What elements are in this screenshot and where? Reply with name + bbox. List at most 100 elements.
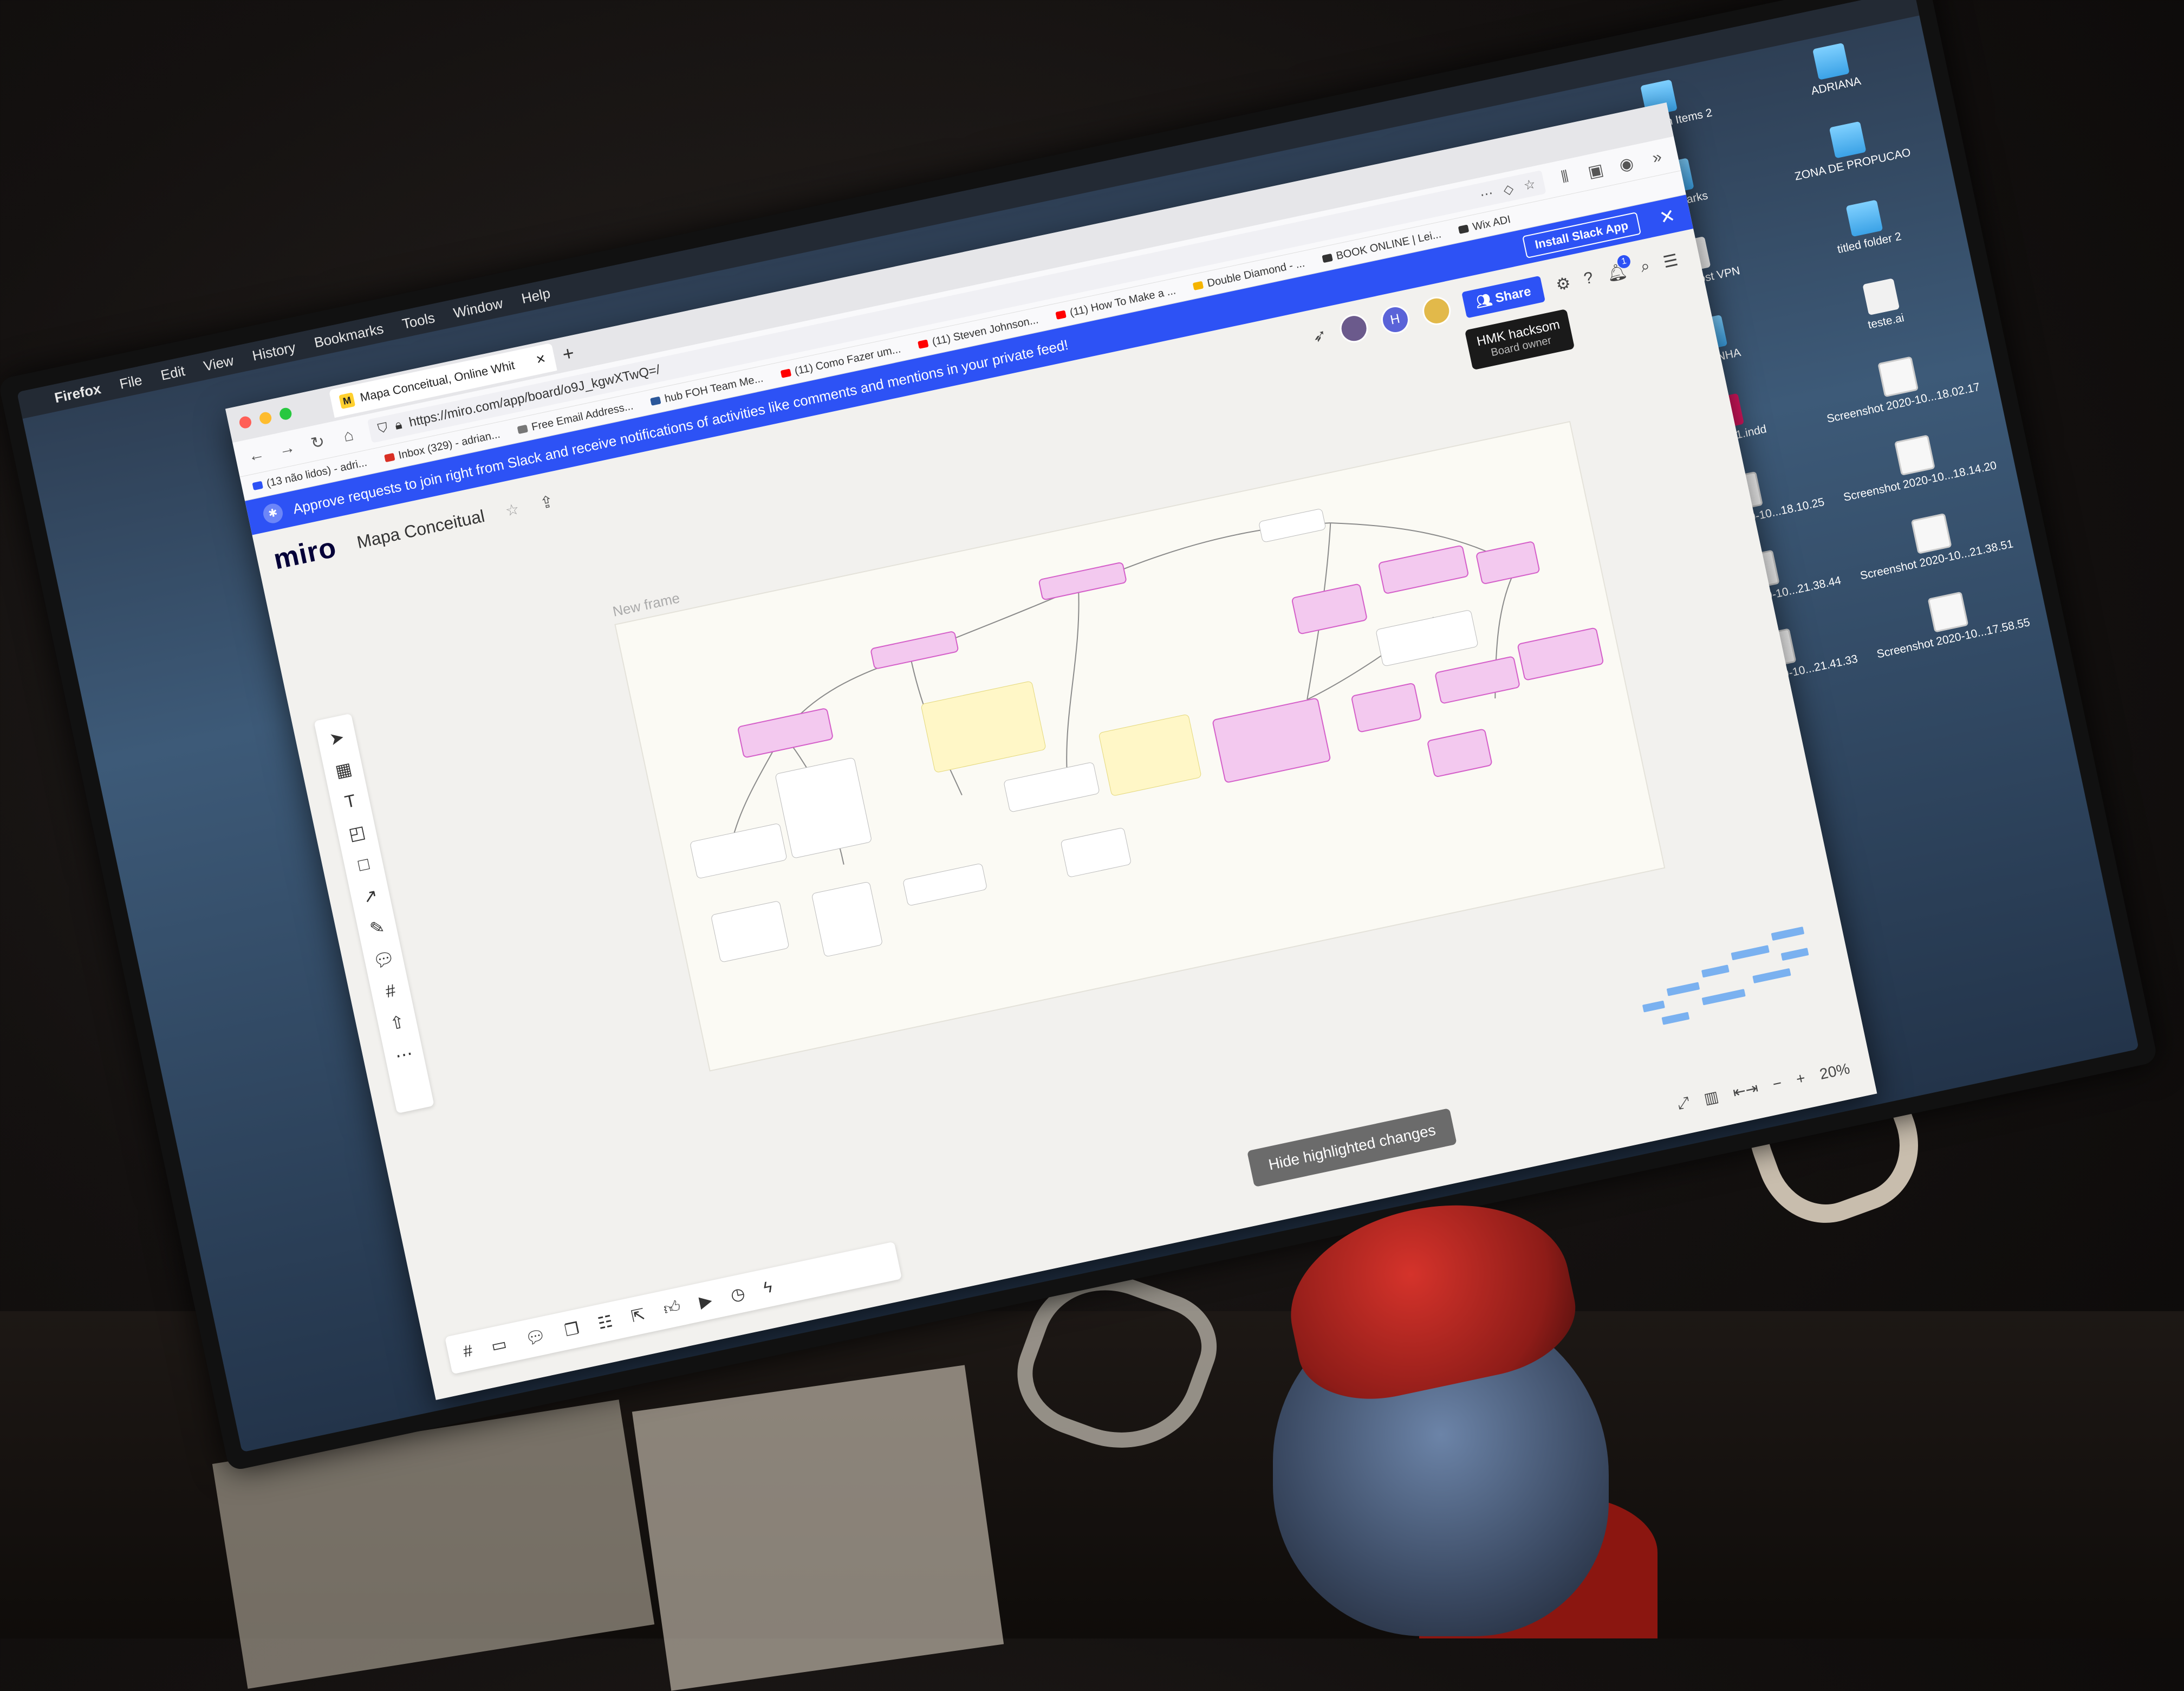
mail-icon [252, 481, 264, 491]
presentation-icon[interactable]: ▭ [490, 1334, 509, 1356]
app-store-icon[interactable] [1613, 1181, 1654, 1221]
timer-icon[interactable]: ◷ [729, 1284, 747, 1305]
board-list-icon[interactable]: ☰ [1661, 250, 1680, 272]
screen-share-icon[interactable]: ⇱ [629, 1305, 647, 1326]
spotify-icon[interactable] [1966, 1105, 2006, 1146]
lock-icon[interactable]: 🔒︎ [393, 417, 403, 433]
menu-history[interactable]: History [251, 339, 297, 364]
hide-highlighted-changes-button[interactable]: Hide highlighted changes [1247, 1107, 1458, 1188]
pocket-icon[interactable]: ◇ [1502, 180, 1515, 198]
minimap-block [1780, 948, 1809, 961]
frames-icon[interactable]: # [461, 1342, 474, 1362]
back-icon[interactable]: ← [245, 444, 268, 467]
settings-sliders-icon[interactable]: ⚙︎ [1554, 273, 1572, 295]
board-frame[interactable]: New frame [611, 420, 1666, 1072]
menu-bookmarks[interactable]: Bookmarks [313, 320, 385, 351]
uTorrent-icon[interactable] [1653, 1172, 1693, 1213]
frame-icon[interactable]: # [384, 980, 398, 1002]
owner-tooltip: HMK hacksom Board owner [1464, 308, 1575, 371]
pen-icon[interactable]: ✎ [368, 916, 386, 940]
cards-icon[interactable]: ❐ [563, 1319, 581, 1340]
miro-logo[interactable]: miro [271, 531, 340, 576]
comment-icon[interactable]: 💬︎ [371, 947, 397, 972]
folder-icon [1829, 121, 1867, 159]
more-icon[interactable]: ⋯ [1479, 185, 1495, 203]
menu-window[interactable]: Window [452, 295, 504, 322]
minimap-block [1771, 927, 1805, 941]
sticky-note-icon[interactable]: ◰ [347, 821, 367, 845]
minimap[interactable] [1623, 904, 1824, 1038]
minimize-window-button[interactable] [258, 411, 273, 425]
board-title[interactable]: Mapa Conceitual [355, 506, 486, 552]
slack-icon: ✱ [261, 502, 285, 525]
zoom-level[interactable]: 20% [1818, 1060, 1851, 1083]
home-icon[interactable]: ⌂ [337, 425, 360, 447]
popcorn-icon[interactable] [1574, 1189, 1615, 1229]
reload-icon[interactable]: ↻ [306, 431, 329, 454]
shape-icon[interactable]: □ [356, 853, 371, 875]
minimap-block [1666, 982, 1700, 996]
comments-icon[interactable]: 💬︎ [524, 1326, 548, 1349]
whatsapp-icon[interactable] [2005, 1097, 2046, 1138]
menu-app-name[interactable]: Firefox [53, 380, 102, 406]
menu-view[interactable]: View [202, 352, 235, 374]
arrow-connector-icon[interactable]: ↗ [361, 884, 380, 908]
whatsapp-icon[interactable] [2045, 1089, 2085, 1129]
shield-icon[interactable]: ⛉ [376, 420, 389, 437]
indesign-icon[interactable]: Id [1692, 1164, 1732, 1204]
monitor: Firefox File Edit View History Bookmarks… [0, 0, 2159, 1472]
thumbs-up-icon[interactable]: 👍︎ [662, 1297, 682, 1320]
minimap-block [1701, 964, 1730, 978]
zoom-window-button[interactable] [278, 406, 293, 421]
youtube-icon [780, 368, 791, 378]
select-cursor-icon[interactable]: ➤ [328, 727, 346, 750]
star-icon[interactable]: ☆ [504, 500, 521, 520]
close-tab-icon[interactable]: ✕ [535, 352, 547, 367]
hand-icon [1193, 281, 1204, 290]
overflow-icon[interactable]: » [1646, 147, 1668, 169]
cursor-follow-icon[interactable]: ➶ [1311, 325, 1328, 346]
sidebar-icon[interactable]: ▣ [1584, 159, 1607, 182]
forward-icon[interactable]: → [276, 438, 298, 460]
fit-to-screen-icon[interactable]: ⤢ [1676, 1093, 1692, 1113]
fit-width-icon[interactable]: ⇤⇥ [1731, 1079, 1760, 1102]
globe-icon [517, 424, 529, 435]
close-icon[interactable]: ✕ [1658, 205, 1677, 229]
kanban-icon[interactable]: ☷ [596, 1312, 615, 1333]
map-icon[interactable]: ▥ [1702, 1087, 1720, 1108]
menu-help[interactable]: Help [520, 284, 552, 307]
notes-icon[interactable] [1221, 1264, 1262, 1304]
avatar[interactable] [1420, 294, 1453, 328]
zoom-in-button[interactable]: + [1795, 1069, 1807, 1088]
search-icon[interactable]: ⌕ [1639, 257, 1652, 277]
more-tools-icon[interactable]: ⋯ [393, 1042, 415, 1066]
word-icon [650, 396, 661, 406]
text-tool-icon[interactable]: T [343, 791, 358, 812]
account-icon[interactable]: ◉ [1615, 153, 1637, 176]
bookmark-star-icon[interactable]: ☆ [1522, 176, 1537, 194]
help-icon[interactable]: ? [1582, 269, 1595, 289]
minimap-block [1661, 1012, 1690, 1025]
video-call-icon[interactable]: ▶ [698, 1291, 714, 1312]
close-window-button[interactable] [238, 415, 253, 430]
menu-file[interactable]: File [118, 371, 144, 392]
bell-icon[interactable]: 🔔︎ 1 [1605, 254, 1632, 284]
template-icon[interactable]: ▦ [334, 758, 354, 781]
upload-icon[interactable]: ⇧ [388, 1011, 407, 1034]
menu-tools[interactable]: Tools [401, 309, 437, 333]
activity-icon[interactable]: ϟ [762, 1278, 775, 1298]
library-icon[interactable]: ⫴ [1554, 166, 1576, 189]
media-encoder-icon[interactable]: Me [2123, 1072, 2139, 1112]
menu-edit[interactable]: Edit [159, 362, 186, 384]
new-tab-button[interactable]: + [561, 341, 576, 366]
minimap-block [1642, 1000, 1665, 1013]
export-icon[interactable]: ⇪ [538, 491, 555, 513]
zoom-out-button[interactable]: − [1771, 1074, 1784, 1093]
reminders-icon[interactable] [1260, 1255, 1301, 1296]
minimap-block [1701, 989, 1746, 1006]
share-button[interactable]: 👥︎ Share [1461, 275, 1545, 318]
animate-icon[interactable]: An [2084, 1080, 2124, 1121]
avatar[interactable]: H [1378, 303, 1412, 336]
avatar[interactable] [1337, 312, 1371, 346]
discord-icon[interactable] [1927, 1114, 1967, 1154]
